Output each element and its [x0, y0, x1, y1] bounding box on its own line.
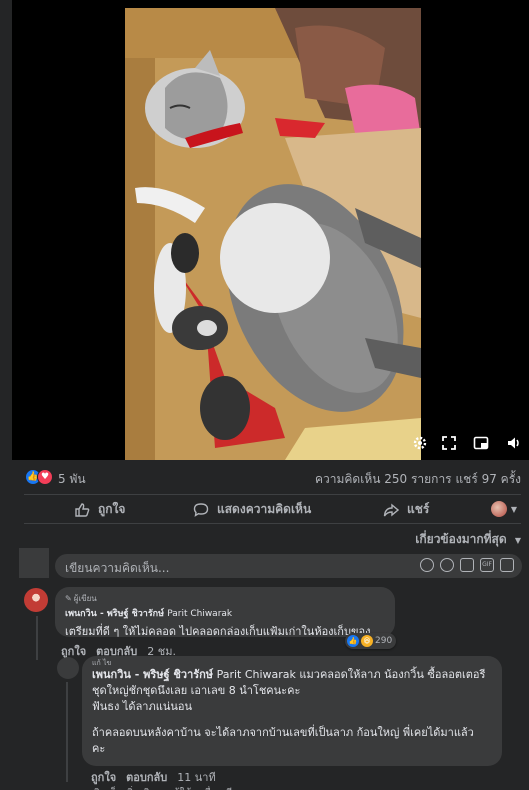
current-user-avatar [19, 548, 49, 578]
chevron-down-icon: ▼ [510, 504, 517, 514]
comments-section: เกี่ยวข้องมากที่สุด ▼ เขียนความคิดเห็น..… [0, 524, 529, 790]
commenter-avatar[interactable] [24, 588, 48, 612]
comment-sort-dropdown[interactable]: เกี่ยวข้องมากที่สุด ▼ [415, 530, 521, 549]
reply-author-en[interactable]: Parit Chiwarak [217, 668, 296, 681]
reply-text-line-3: ฟันธง ได้ลาภแน่นอน [92, 700, 192, 713]
video-player[interactable] [0, 0, 529, 460]
comment-reaction-count: 290 [375, 636, 393, 646]
share-button[interactable]: แชร์ [383, 500, 429, 519]
reply-timestamp[interactable]: 11 นาที [177, 768, 215, 786]
reply-text-line-2: ชุดใหญ่ชักชุดนึงเลย เอาเลข 8 นำโชคนะคะ [92, 684, 301, 697]
picture-in-picture-icon[interactable] [472, 434, 490, 452]
reply-text-line-5: คะ [92, 742, 106, 755]
comment-author-en: Parit Chiwarak [167, 609, 233, 619]
gif-icon[interactable]: GIF [480, 558, 494, 572]
reaction-count[interactable]: 5 พัน [58, 470, 86, 489]
comment-author[interactable]: เพนกวิน - พริษฐ์ ชิวารักษ์ Parit Chiwara… [65, 606, 385, 620]
avatar-sticker-icon[interactable] [420, 558, 434, 572]
reply-text-line-4: ถ้าคลอดบนหลังคาบ้าน จะได้ลาภจากบ้านเลขที… [92, 726, 474, 739]
next-comment-preview: ดูความคิดเห็นเพิ่มเติมจากผู้ใช้คนอื่นๆ อ… [62, 786, 362, 790]
comment-text[interactable]: เตรียมที่ดี ๆ ให้ไม่คลอด ไปคลอดกล่องเก็บ… [65, 622, 385, 640]
thread-line [36, 616, 38, 660]
write-comment-placeholder: เขียนความคิดเห็น... [65, 561, 170, 575]
comment-icon [193, 502, 209, 517]
sidebar-edge [0, 0, 12, 460]
reply-like-link[interactable]: ถูกใจ [91, 768, 116, 786]
reaction-icons[interactable]: 👍 ♥ [25, 469, 53, 485]
profile-switcher[interactable]: ▼ [490, 501, 517, 517]
post-action-bar: ถูกใจ แสดงความคิดเห็น แชร์ ▼ [0, 494, 529, 524]
like-reaction-icon: 👍 [347, 635, 359, 647]
write-comment-input[interactable]: เขียนความคิดเห็น... GIF [55, 554, 522, 578]
love-reaction-icon: ♥ [37, 469, 53, 485]
video-frame-cat-with-kittens[interactable] [125, 8, 421, 460]
pencil-icon: ✎ [65, 594, 72, 603]
thread-line [66, 682, 68, 782]
comment-sort-label: เกี่ยวข้องมากที่สุด [415, 532, 507, 546]
comment-button-label: แสดงความคิดเห็น [217, 502, 312, 516]
reply-text-line-1: แมวคลอดให้ลาภ น้องกวิ้น ซื้อลอตเตอรี [299, 668, 486, 681]
comment-author-th: เพนกวิน - พริษฐ์ ชิวารักษ์ [65, 609, 165, 619]
comment-bubble: ✎ ผู้เขียน เพนกวิน - พริษฐ์ ชิวารักษ์ Pa… [55, 587, 395, 640]
gear-icon[interactable] [411, 434, 429, 452]
thumbs-up-icon [75, 502, 90, 517]
fullscreen-icon[interactable] [440, 434, 458, 452]
camera-icon[interactable] [460, 558, 474, 572]
share-button-label: แชร์ [407, 502, 430, 516]
reply-actions: ถูกใจ ตอบกลับ 11 นาที [91, 768, 216, 786]
reactions-summary: 👍 ♥ 5 พัน ความคิดเห็น 250 รายการ แชร์ 97… [0, 460, 529, 494]
reply-first-line: เพนกวิน - พริษฐ์ ชิวารักษ์ Parit Chiwara… [92, 667, 492, 683]
like-button-label: ถูกใจ [98, 502, 126, 516]
reply-reply-link[interactable]: ตอบกลับ [126, 768, 167, 786]
reply-author[interactable]: เพนกวิน - พริษฐ์ ชิวารักษ์ [92, 668, 213, 681]
author-badge-label: ผู้เขียน [73, 594, 97, 603]
reply-avatar[interactable] [57, 657, 79, 679]
divider [24, 494, 521, 495]
caret-down-icon: ▼ [514, 536, 521, 545]
emoji-icon[interactable] [440, 558, 454, 572]
like-button[interactable]: ถูกใจ [74, 500, 125, 519]
volume-icon[interactable] [505, 434, 523, 452]
comment-share-stats[interactable]: ความคิดเห็น 250 รายการ แชร์ 97 ครั้ง [315, 470, 521, 489]
avatar [490, 501, 507, 517]
author-badge: ✎ ผู้เขียน [65, 592, 385, 605]
comment-button[interactable]: แสดงความคิดเห็น [193, 500, 311, 519]
reply-header: แก้ ไข [92, 659, 112, 667]
reply-bubble: แก้ ไข เพนกวิน - พริษฐ์ ชิวารักษ์ Parit … [82, 656, 502, 766]
sticker-icon[interactable] [500, 558, 514, 572]
haha-reaction-icon: 😆 [361, 635, 373, 647]
comment-reactions[interactable]: 👍 😆 290 [345, 633, 397, 649]
share-icon [383, 503, 399, 516]
